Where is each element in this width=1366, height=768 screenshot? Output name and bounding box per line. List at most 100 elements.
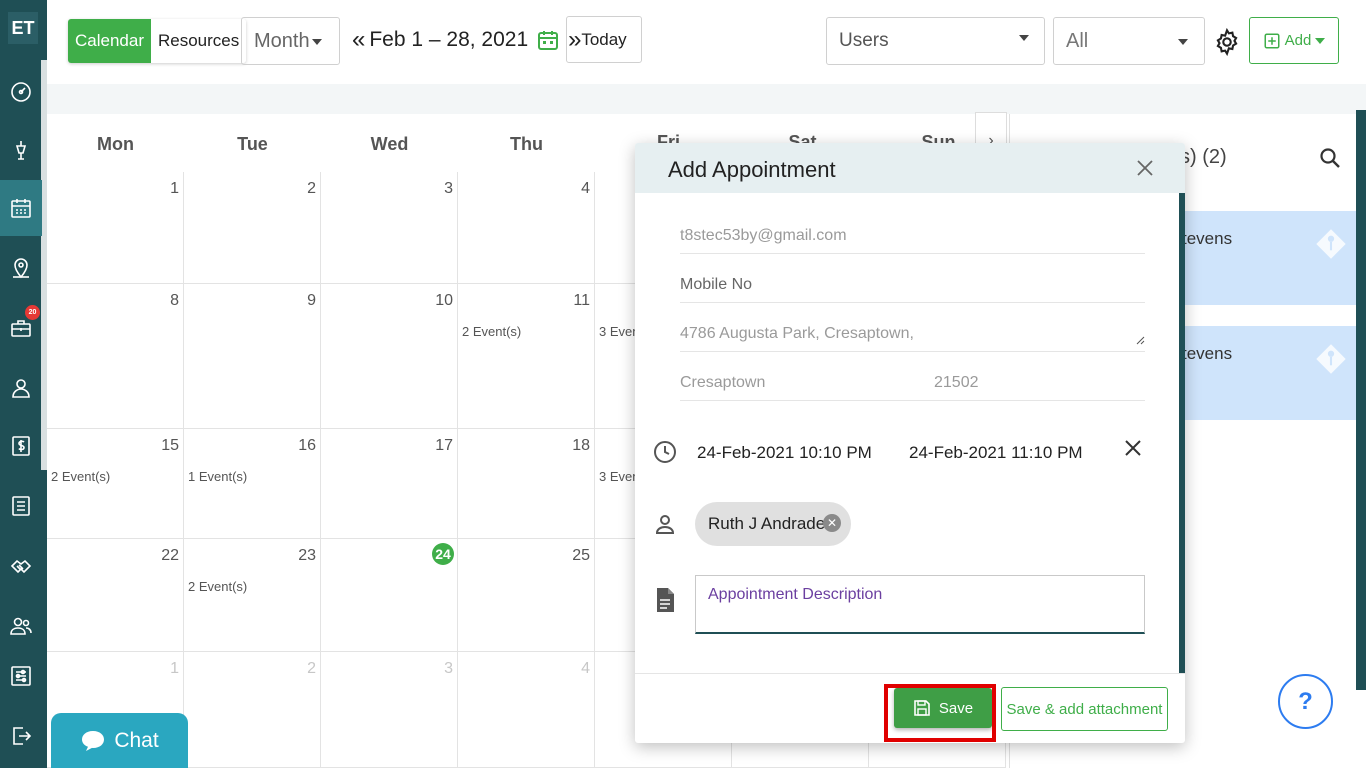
- textarea-resize-icon[interactable]: [1135, 335, 1145, 345]
- event-count-link[interactable]: 1 Event(s): [188, 469, 247, 484]
- page-scrollbar[interactable]: [1356, 110, 1366, 690]
- resource-card[interactable]: tevens: [1180, 211, 1362, 305]
- calendar-day-cell[interactable]: 9: [184, 284, 321, 429]
- sidebar-item-map[interactable]: [0, 240, 42, 296]
- event-count-link[interactable]: 3 Even: [599, 324, 639, 339]
- add-appointment-dialog: Add Appointment t8stec53by@gmail.com Mob…: [635, 143, 1185, 743]
- app-logo[interactable]: ET: [8, 12, 38, 44]
- calendar-tab[interactable]: Calendar: [68, 19, 151, 63]
- calendar-day-cell[interactable]: 25: [458, 539, 595, 652]
- sidebar: ET 20: [0, 0, 47, 768]
- search-icon[interactable]: [1318, 146, 1342, 170]
- day-number: 17: [435, 437, 453, 454]
- day-number: 8: [170, 292, 179, 309]
- date-range-label: Feb 1 – 28, 2021: [369, 28, 529, 51]
- field-divider: [680, 302, 1145, 303]
- calendar-day-cell[interactable]: 2: [184, 172, 321, 284]
- sidebar-item-settings[interactable]: [0, 648, 42, 704]
- day-number: 4: [581, 660, 590, 677]
- calendar-day-cell[interactable]: 22: [47, 539, 184, 652]
- view-period-value: Month: [254, 29, 310, 52]
- day-number: 16: [298, 437, 316, 454]
- day-number: 3: [444, 660, 453, 677]
- floppy-disk-icon: [914, 700, 930, 716]
- day-number: 15: [161, 437, 179, 454]
- event-count-link[interactable]: 2 Event(s): [188, 579, 247, 594]
- day-header-mon: Mon: [97, 134, 134, 154]
- view-period-select[interactable]: Month: [241, 17, 340, 65]
- resources-tab[interactable]: Resources: [151, 19, 247, 63]
- end-time-field[interactable]: 24-Feb-2021 11:10 PM: [909, 443, 1083, 463]
- city-field[interactable]: Cresaptown: [680, 374, 765, 392]
- field-divider: [680, 351, 1145, 352]
- chat-button[interactable]: Chat: [51, 713, 188, 768]
- event-count-link[interactable]: 2 Event(s): [462, 324, 521, 339]
- calendar-day-cell[interactable]: 3: [321, 652, 458, 768]
- today-date-marker: 24: [432, 543, 454, 565]
- chat-bubble-icon: [82, 730, 105, 751]
- save-button-label: Save: [938, 699, 974, 717]
- dialog-scrollbar[interactable]: [1179, 193, 1185, 673]
- calendar-day-cell[interactable]: 4: [458, 172, 595, 284]
- sidebar-item-deals[interactable]: [0, 538, 42, 594]
- calendar-day-cell[interactable]: 8: [47, 284, 184, 429]
- close-icon[interactable]: [1135, 158, 1155, 178]
- calendar-day-cell[interactable]: 11 2 Event(s): [458, 284, 595, 429]
- calendar-day-cell[interactable]: 24: [321, 539, 458, 652]
- panel-title: s) (2): [1180, 146, 1227, 168]
- dollar-icon: [12, 436, 30, 456]
- clear-time-icon[interactable]: [1123, 438, 1143, 458]
- gear-icon[interactable]: [1213, 28, 1241, 56]
- help-button[interactable]: ?: [1278, 674, 1333, 729]
- sidebar-item-logout[interactable]: [0, 708, 42, 764]
- sidebar-item-dashboard[interactable]: [0, 64, 42, 120]
- sidebar-item-calendar[interactable]: [0, 180, 42, 236]
- resource-card-name: tevens: [1182, 344, 1233, 363]
- resource-card[interactable]: tevens: [1180, 326, 1362, 420]
- calendar-day-cell[interactable]: 17: [321, 429, 458, 539]
- calendar-day-cell[interactable]: 10: [321, 284, 458, 429]
- calendar-day-cell[interactable]: 16 1 Event(s): [184, 429, 321, 539]
- save-and-add-attachment-button[interactable]: Save & add attachment: [1001, 687, 1168, 731]
- day-number: 10: [435, 292, 453, 309]
- mobile-field[interactable]: Mobile No: [680, 276, 752, 294]
- sidebar-item-customers[interactable]: [0, 360, 42, 416]
- person-icon: [655, 515, 675, 534]
- assignee-chip: Ruth J Andrade ✕: [695, 502, 851, 546]
- sidebar-item-billing[interactable]: [0, 418, 42, 474]
- day-number: 25: [572, 547, 590, 564]
- users-select[interactable]: Users: [826, 17, 1045, 65]
- calendar-day-cell[interactable]: 3: [321, 172, 458, 284]
- resource-card-name: tevens: [1182, 229, 1233, 248]
- date-picker-icon[interactable]: [536, 28, 560, 52]
- filter-select[interactable]: All: [1053, 17, 1205, 65]
- email-field[interactable]: t8stec53by@gmail.com: [680, 227, 847, 245]
- event-count-link[interactable]: 3 Even: [599, 469, 639, 484]
- appointment-description-input[interactable]: Appointment Description: [695, 575, 1145, 634]
- calendar-day-cell[interactable]: 18: [458, 429, 595, 539]
- calendar-icon: [11, 199, 31, 218]
- calendar-day-cell[interactable]: 2: [184, 652, 321, 768]
- chevron-down-icon: [312, 39, 322, 45]
- logout-icon: [13, 727, 32, 745]
- previous-period-button[interactable]: «: [352, 26, 365, 54]
- address-field[interactable]: 4786 Augusta Park, Cresaptown,: [680, 325, 914, 343]
- sidebar-item-reports[interactable]: [0, 478, 42, 534]
- calendar-day-cell[interactable]: 4: [458, 652, 595, 768]
- save-button[interactable]: Save: [894, 688, 992, 728]
- remove-assignee-icon[interactable]: ✕: [823, 514, 841, 532]
- day-number: 18: [572, 437, 590, 454]
- dialog-title: Add Appointment: [668, 157, 836, 182]
- sidebar-item-pen[interactable]: [0, 122, 42, 178]
- start-time-field[interactable]: 24-Feb-2021 10:10 PM: [697, 443, 872, 463]
- add-button[interactable]: Add: [1249, 17, 1339, 64]
- today-button[interactable]: Today: [566, 16, 642, 63]
- day-number: 1: [170, 180, 179, 197]
- zip-field[interactable]: 21502: [934, 374, 979, 392]
- calendar-day-cell[interactable]: 15 2 Event(s): [47, 429, 184, 539]
- tag-icon: [1316, 229, 1346, 259]
- calendar-day-cell[interactable]: 1: [47, 172, 184, 284]
- event-count-link[interactable]: 2 Event(s): [51, 469, 110, 484]
- sidebar-item-team[interactable]: [0, 598, 42, 654]
- calendar-day-cell[interactable]: 23 2 Event(s): [184, 539, 321, 652]
